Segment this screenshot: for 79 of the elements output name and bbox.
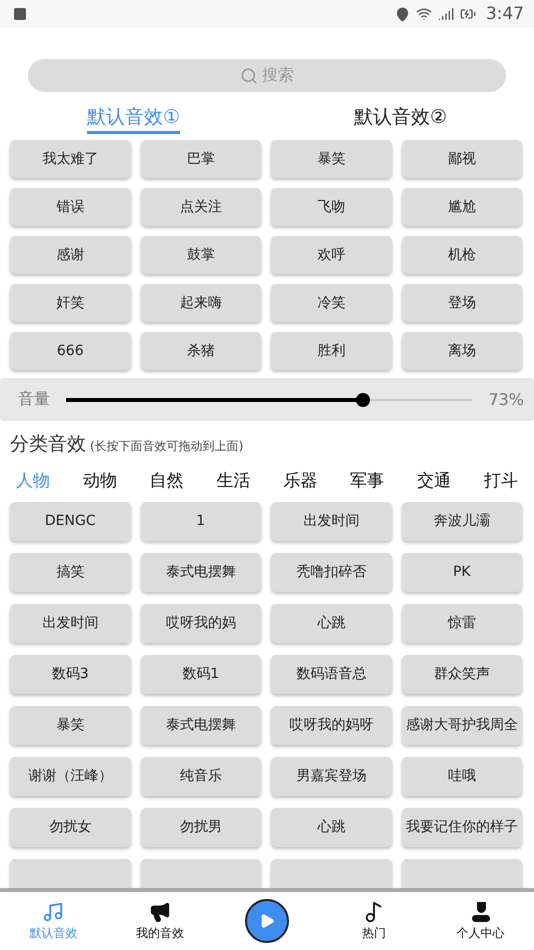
sound-button[interactable] [271,859,392,888]
sound-button[interactable]: 鄙视 [402,140,522,178]
sound-button[interactable]: 飞吻 [271,188,392,226]
category-tab[interactable]: 自然 [150,469,184,492]
sound-button[interactable]: 心跳 [271,604,392,643]
signal-icon [438,6,454,22]
sound-button[interactable]: 我太难了 [10,140,130,178]
wifi-icon [416,6,432,22]
sound-button[interactable]: 机枪 [402,236,522,274]
category-tab[interactable]: 乐器 [283,469,318,492]
sound-button[interactable]: 泰式电摆舞 [140,706,261,745]
sound-button[interactable]: 泰式电摆舞 [140,553,261,592]
sound-button[interactable]: 男嘉宾登场 [271,757,392,796]
nav-item[interactable]: 我的音效 [106,900,214,942]
sound-button[interactable] [402,859,522,888]
sound-button[interactable]: 巴掌 [140,140,261,178]
sound-button[interactable]: 欢呼 [271,236,392,274]
sound-button[interactable]: 起来嗨 [140,284,261,322]
sound-button[interactable]: 勿扰女 [10,808,130,847]
sound-button[interactable]: 出发时间 [271,502,392,541]
sound-button[interactable]: 暴笑 [271,140,392,178]
sound-button[interactable]: 心跳 [271,808,392,847]
sound-button[interactable]: PK [402,553,522,592]
section-title: 分类音效 [10,432,86,457]
section-hint: (长按下面音效可拖动到上面) [90,438,244,455]
sound-button[interactable]: 奸笑 [10,284,130,322]
sound-button[interactable]: 数码3 [10,655,130,694]
location-icon [394,6,410,22]
sound-button[interactable]: 666 [10,332,130,370]
nav-item[interactable]: 个人中心 [427,900,534,942]
notification-icon [14,8,26,20]
volume-label: 音量 [18,389,50,410]
sound-button[interactable]: 勿扰男 [140,808,261,847]
sound-button[interactable]: 数码1 [140,655,261,694]
sound-button[interactable]: 尴尬 [402,188,522,226]
slider-thumb[interactable] [356,392,370,406]
sound-button[interactable]: 错误 [10,188,130,226]
sound-button[interactable]: 我要记住你的样子 [402,808,522,847]
sound-button[interactable]: 胜利 [271,332,392,370]
sound-button[interactable]: 搞笑 [10,553,130,592]
play-button[interactable] [244,899,289,943]
sound-button[interactable]: 鼓掌 [140,236,261,274]
play-icon [258,913,275,929]
category-tab[interactable]: 军事 [350,469,384,492]
sound-button[interactable]: 哇哦 [402,757,522,796]
sound-button[interactable]: 冷笑 [271,284,392,322]
sound-button[interactable]: 哎呀我的妈呀 [271,706,392,745]
category-tab[interactable]: 生活 [216,469,251,492]
sound-button[interactable] [10,859,130,888]
person-icon [470,900,492,922]
tab[interactable]: 默认音效② [354,104,448,134]
category-tab[interactable]: 打斗 [484,469,518,492]
sound-button[interactable]: 哎呀我的妈 [140,604,261,643]
sound-button[interactable]: 纯音乐 [140,757,261,796]
sound-button[interactable] [140,859,261,888]
sound-button[interactable]: 离场 [402,332,522,370]
sound-button[interactable]: 暴笑 [10,706,130,745]
sound-button[interactable]: 感谢大哥护我周全 [402,706,522,745]
sound-button[interactable]: 秃噜扣碎否 [271,553,392,592]
megaphone-icon [149,900,172,922]
sound-button[interactable]: 奔波儿灞 [402,502,522,541]
category-tab[interactable]: 交通 [417,469,452,492]
sound-button[interactable]: 谢谢（汪峰） [10,757,130,796]
sound-button[interactable]: 出发时间 [10,604,130,643]
sound-button[interactable]: 1 [140,502,261,541]
clock-time: 3:47 [486,4,524,24]
sound-button[interactable]: DENGC [10,502,130,541]
category-tab[interactable]: 动物 [82,469,117,492]
nav-item[interactable]: 热门 [320,900,428,942]
music-notes-icon [42,900,64,922]
sound-button[interactable]: 惊雷 [402,604,522,643]
sound-button[interactable]: 数码语音总 [271,655,392,694]
sound-button[interactable]: 点关注 [140,188,261,226]
search-icon [240,66,258,84]
sound-button[interactable]: 杀猪 [140,332,261,370]
sound-button[interactable]: 群众笑声 [402,655,522,694]
sound-button[interactable]: 感谢 [10,236,130,274]
sound-button[interactable]: 登场 [402,284,522,322]
volume-reading: 73% [488,390,524,409]
